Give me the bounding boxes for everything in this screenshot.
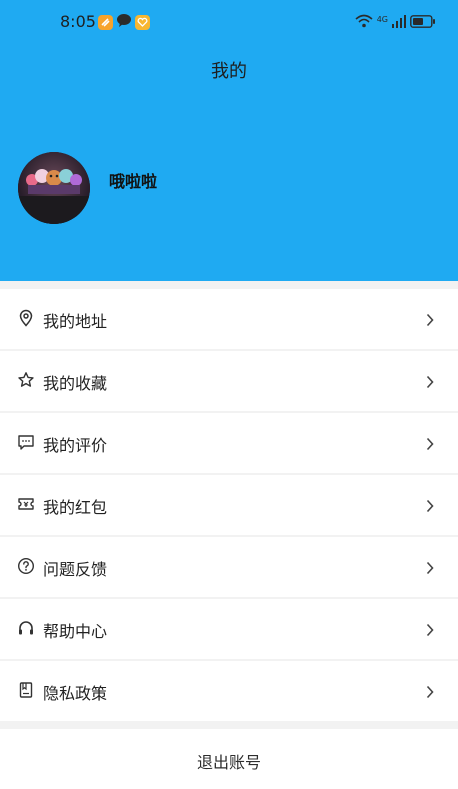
menu-item-reviews[interactable]: 我的评价 (0, 413, 458, 473)
battery-icon (410, 13, 436, 32)
logout-label: 退出账号 (196, 753, 261, 772)
chevron-right-icon (426, 622, 434, 637)
avatar[interactable] (18, 152, 90, 224)
menu-label: 帮助中心 (43, 622, 108, 641)
menu-label: 我的评价 (43, 436, 108, 455)
page-title: 我的 (211, 61, 247, 82)
chevron-right-icon (426, 498, 434, 513)
chat-bubble-icon (116, 13, 132, 32)
headphones-icon (17, 619, 35, 637)
status-right-icons: 4G (355, 13, 436, 32)
ticket-icon (17, 495, 35, 513)
menu-label: 我的红包 (43, 498, 108, 517)
menu-list: 我的地址 我的收藏 我的评价 我的红包 问题反馈 帮助中心 隐私政策 (0, 289, 458, 723)
status-time: 8:05 (60, 12, 96, 31)
menu-label: 我的地址 (43, 312, 108, 331)
app-orange-icon (98, 15, 113, 30)
location-pin-icon (17, 309, 35, 327)
heart-badge-icon (135, 15, 150, 30)
menu-label: 我的收藏 (43, 374, 108, 393)
document-icon (17, 681, 35, 699)
menu-item-address[interactable]: 我的地址 (0, 289, 458, 349)
status-bar: 8:05 4G (0, 0, 458, 44)
question-circle-icon (17, 557, 35, 575)
logout-button[interactable]: 退出账号 (0, 729, 458, 789)
comment-icon (17, 433, 35, 451)
chevron-right-icon (426, 684, 434, 699)
menu-item-feedback[interactable]: 问题反馈 (0, 537, 458, 597)
chevron-right-icon (426, 374, 434, 389)
menu-item-red-packets[interactable]: 我的红包 (0, 475, 458, 535)
menu-label: 隐私政策 (43, 684, 108, 703)
profile-header: 8:05 4G 我的 哦啦啦 (0, 0, 458, 281)
chevron-right-icon (426, 560, 434, 575)
chevron-right-icon (426, 312, 434, 327)
star-icon (17, 371, 35, 389)
username: 哦啦啦 (109, 172, 158, 191)
wifi-icon (355, 13, 373, 32)
menu-label: 问题反馈 (43, 560, 108, 579)
menu-item-help-center[interactable]: 帮助中心 (0, 599, 458, 659)
chevron-right-icon (426, 436, 434, 451)
network-type: 4G (376, 14, 388, 24)
signal-icon (392, 13, 406, 32)
menu-item-privacy-policy[interactable]: 隐私政策 (0, 661, 458, 721)
menu-item-favorites[interactable]: 我的收藏 (0, 351, 458, 411)
status-left-icons (98, 13, 150, 32)
